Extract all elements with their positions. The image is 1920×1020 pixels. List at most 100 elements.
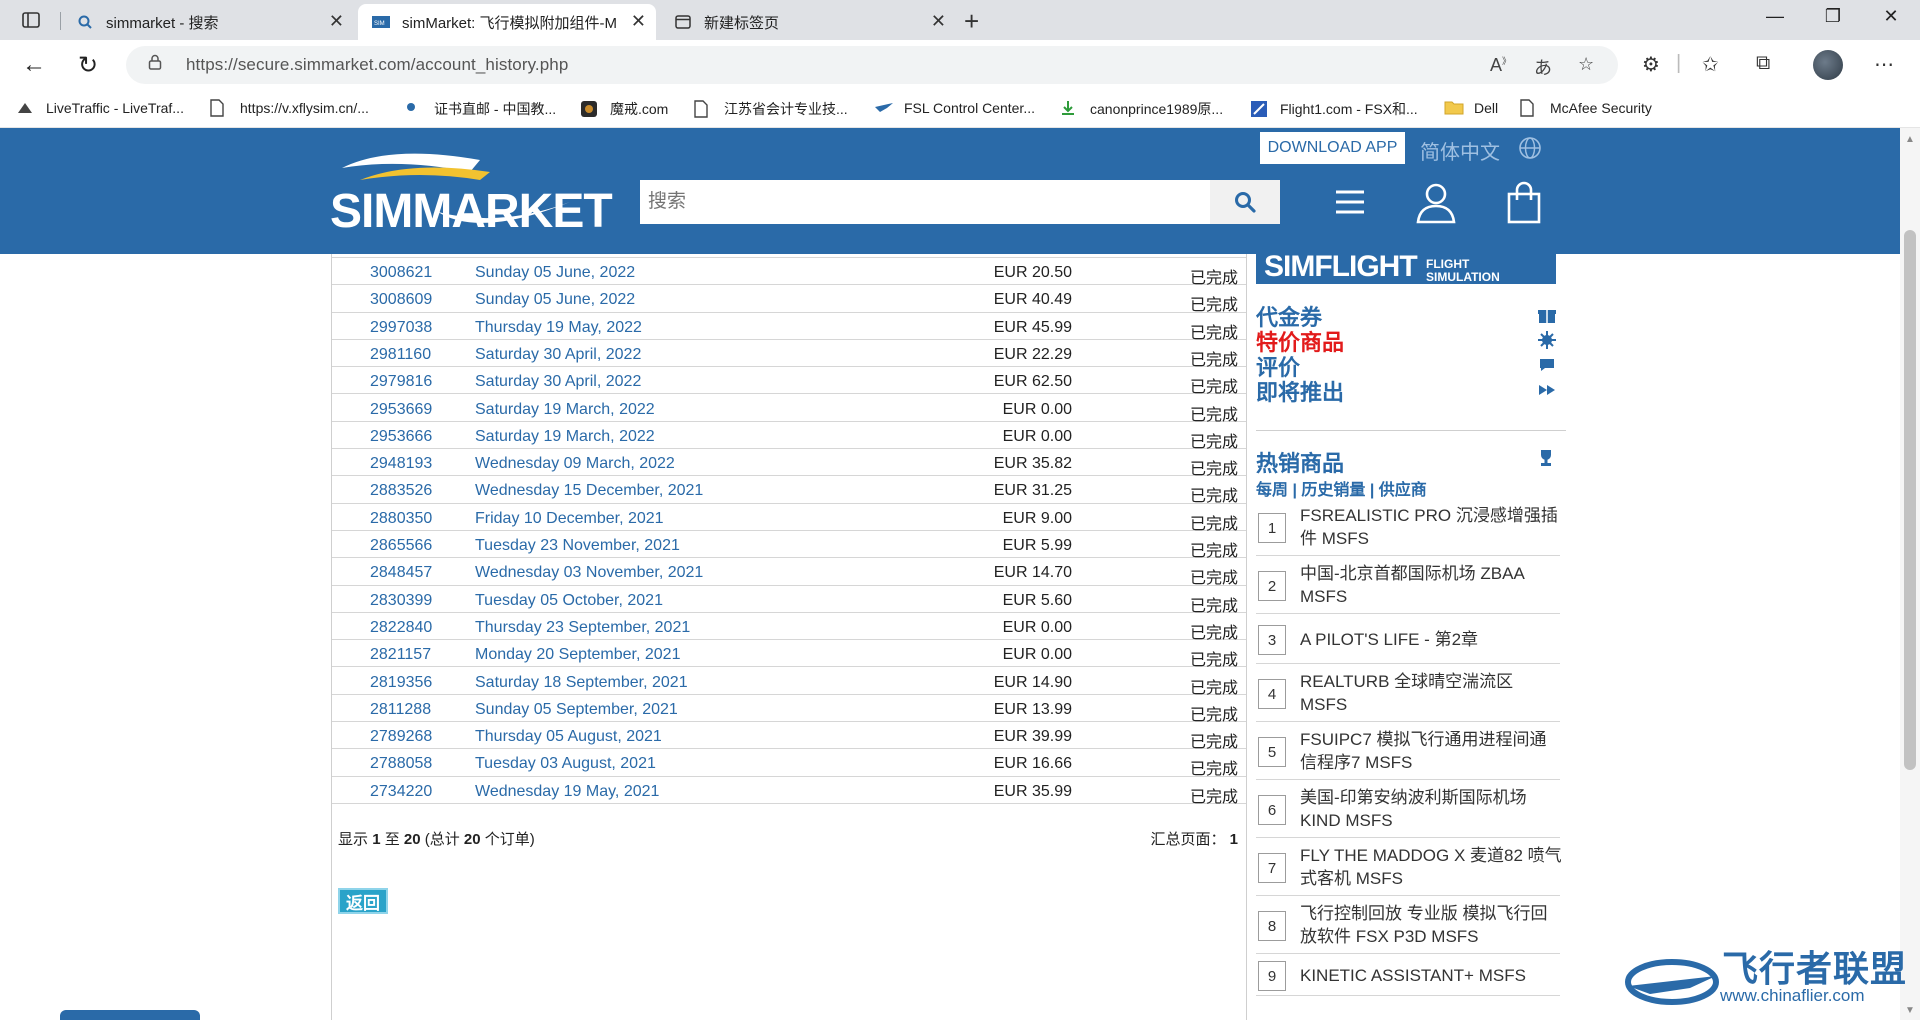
search-input[interactable] [640,180,1210,224]
bestseller-item[interactable]: 9 KINETIC ASSISTANT+ MSFS [1256,956,1560,996]
order-date-link[interactable]: Thursday 19 May, 2022 [475,319,642,337]
bookmark-item[interactable]: 江苏省会计专业技... [694,99,848,119]
order-id-link[interactable]: 2789268 [370,728,432,746]
shopping-bag-icon[interactable] [1502,180,1546,224]
order-date-link[interactable]: Wednesday 19 May, 2021 [475,783,659,801]
order-date-link[interactable]: Saturday 19 March, 2022 [475,401,655,419]
bestseller-item[interactable]: 6 美国-印第安纳波利斯国际机场 KIND MSFS [1256,782,1560,838]
tab-simmarket-active[interactable]: SIM simMarket: 飞行模拟附加组件-M ✕ [358,4,656,40]
close-tab-icon[interactable]: ✕ [329,11,344,32]
order-date-link[interactable]: Tuesday 05 October, 2021 [475,592,663,610]
bestsellers-filter-links[interactable]: 每周 | 历史销量 | 供应商 [1256,476,1427,500]
simmarket-logo[interactable]: SIMMARKET [330,142,613,242]
read-aloud-icon[interactable]: A》 [1490,54,1511,76]
order-date-link[interactable]: Saturday 19 March, 2022 [475,428,655,446]
url-field[interactable]: https://secure.simmarket.com/account_his… [126,46,1618,84]
order-id-link[interactable]: 2821157 [370,646,431,664]
page-link[interactable]: 1 [1230,831,1238,848]
bestseller-item[interactable]: 2 中国-北京首都国际机场 ZBAA MSFS [1256,558,1560,614]
order-date-link[interactable]: Sunday 05 June, 2022 [475,264,635,282]
collections-icon[interactable]: ⧉ [1756,52,1770,75]
bestseller-item[interactable]: 7 FLY THE MADDOG X 麦道82 喷气式客机 MSFS [1256,840,1562,896]
bestseller-item[interactable]: 8 飞行控制回放 专业版 模拟飞行回放软件 FSX P3D MSFS [1256,898,1560,954]
order-id-link[interactable]: 2883526 [370,482,432,500]
order-id-link[interactable]: 2822840 [370,619,432,637]
tab-simmarket-search[interactable]: simmarket - 搜索 ✕ [62,4,354,40]
order-date-link[interactable]: Tuesday 03 August, 2021 [475,755,656,773]
bestseller-item[interactable]: 1 FSREALISTIC PRO 沉浸感增强插件 MSFS [1256,500,1560,556]
bookmark-item[interactable]: https://v.xflysim.cn/... [210,99,369,117]
order-date-link[interactable]: Saturday 30 April, 2022 [475,346,641,364]
simflight-news-banner[interactable]: SIMFLIGHT FLIGHT SIMULATION NEWS [1256,254,1556,284]
order-date-link[interactable]: Thursday 05 August, 2021 [475,728,662,746]
more-menu-icon[interactable]: ⋯ [1874,52,1894,77]
favorite-star-icon[interactable]: ☆ [1578,54,1594,75]
order-id-link[interactable]: 2948193 [370,455,432,473]
profile-avatar[interactable] [1813,50,1843,80]
bookmark-item[interactable]: canonprince1989原... [1060,99,1223,119]
close-window-icon[interactable]: ✕ [1868,6,1914,27]
new-tab-plus-icon[interactable]: + [964,6,979,37]
order-id-link[interactable]: 2819356 [370,674,432,692]
order-id-link[interactable]: 2953669 [370,401,432,419]
order-date-link[interactable]: Saturday 18 September, 2021 [475,674,688,692]
order-date-link[interactable]: Saturday 30 April, 2022 [475,373,641,391]
close-tab-icon[interactable]: ✕ [631,11,646,32]
order-date-link[interactable]: Wednesday 03 November, 2021 [475,564,703,582]
order-date-link[interactable]: Monday 20 September, 2021 [475,646,680,664]
order-id-link[interactable]: 2830399 [370,592,432,610]
back-button[interactable]: 返回 [338,888,388,914]
bestseller-item[interactable]: 4 REALTURB 全球晴空湍流区 MSFS [1256,666,1560,722]
back-arrow-icon[interactable]: ← [22,51,46,79]
tab-new-tab[interactable]: 新建标签页 ✕ [660,4,956,40]
tab-actions-icon[interactable] [18,8,44,32]
sidebar-link-coming-soon[interactable]: 即将推出 [1256,375,1556,407]
bookmark-folder[interactable]: Dell [1444,99,1498,117]
scroll-up-arrow-icon[interactable]: ▲ [1905,134,1915,145]
order-id-link[interactable]: 3008609 [370,291,432,309]
order-date-link[interactable]: Friday 10 December, 2021 [475,510,664,528]
order-id-link[interactable]: 2953666 [370,428,432,446]
order-id-link[interactable]: 2979816 [370,373,432,391]
close-tab-icon[interactable]: ✕ [931,11,946,32]
download-app-button[interactable]: DOWNLOAD APP [1260,132,1405,164]
order-id-link[interactable]: 2880350 [370,510,432,528]
order-id-link[interactable]: 2811288 [370,701,431,719]
language-selector[interactable]: 简体中文 [1420,136,1500,165]
scrollbar-thumb[interactable] [1904,230,1916,770]
extensions-icon[interactable]: ⚙ [1642,52,1660,77]
favorites-icon[interactable]: ✩ [1702,52,1719,77]
bookmark-item[interactable]: McAfee Security [1520,99,1652,117]
bookmark-item[interactable]: FSL Control Center... [874,99,1035,117]
order-date-link[interactable]: Thursday 23 September, 2021 [475,619,690,637]
order-id-link[interactable]: 2997038 [370,319,432,337]
minimize-icon[interactable]: — [1752,6,1798,27]
translate-icon[interactable]: あ [1534,54,1552,80]
restore-icon[interactable]: ❐ [1810,6,1856,27]
hamburger-menu-icon[interactable] [1328,180,1372,224]
order-date-link[interactable]: Sunday 05 June, 2022 [475,291,635,309]
order-date-link[interactable]: Tuesday 23 November, 2021 [475,537,680,555]
order-id-link[interactable]: 2981160 [370,346,431,364]
order-date-link[interactable]: Wednesday 15 December, 2021 [475,482,703,500]
bookmark-item[interactable]: 魔戒.com [580,99,668,119]
bookmark-item[interactable]: LiveTraffic - LiveTraf... [16,99,184,117]
search-button[interactable] [1210,180,1280,224]
globe-icon[interactable] [1518,136,1542,166]
bookmark-item[interactable]: 证书直邮 - 中国教... [404,99,556,119]
order-id-link[interactable]: 2848457 [370,564,432,582]
table-row: 2997038 Thursday 19 May, 2022 EUR 45.99 已完成 [332,313,1246,342]
order-id-link[interactable]: 3008621 [370,264,432,282]
order-date-link[interactable]: Wednesday 09 March, 2022 [475,455,675,473]
page-scrollbar[interactable]: ▲ ▼ [1900,128,1920,1020]
bestseller-item[interactable]: 3 A PILOT'S LIFE - 第2章 [1256,616,1560,664]
order-date-link[interactable]: Sunday 05 September, 2021 [475,701,678,719]
order-id-link[interactable]: 2865566 [370,537,432,555]
bestseller-item[interactable]: 5 FSUIPC7 模拟飞行通用进程间通信程序7 MSFS [1256,724,1560,780]
refresh-icon[interactable]: ↻ [78,51,98,80]
bookmark-item[interactable]: Flight1.com - FSX和... [1250,99,1418,119]
order-id-link[interactable]: 2734220 [370,783,432,801]
floating-tab[interactable] [60,1010,200,1020]
user-account-icon[interactable] [1414,180,1458,224]
order-id-link[interactable]: 2788058 [370,755,432,773]
